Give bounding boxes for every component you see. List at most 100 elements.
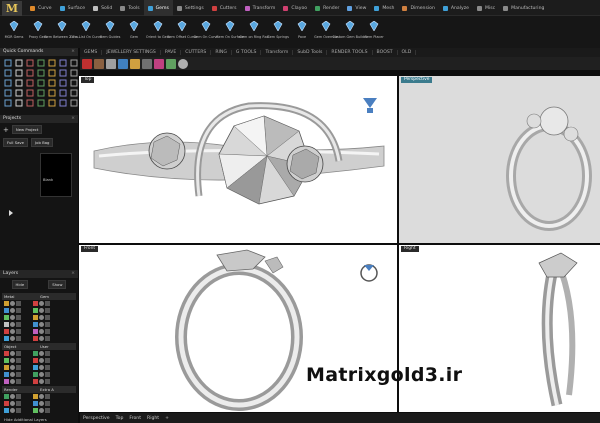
viewport-tab-perspective[interactable]: Perspective [80, 416, 113, 421]
tab-dimension[interactable]: Dimension [398, 0, 438, 16]
close-icon[interactable]: × [71, 115, 75, 123]
ribbon-button-0[interactable]: MGR Gems [2, 16, 26, 48]
right-viewport[interactable]: Right [399, 245, 600, 412]
quick-command-icon[interactable] [58, 78, 67, 87]
eye-icon[interactable] [39, 329, 44, 334]
perspective-viewport[interactable]: Perspective [399, 76, 600, 243]
full-save-button[interactable]: Full Save [3, 138, 29, 147]
eye-icon[interactable] [10, 394, 15, 399]
subtab-9[interactable]: BOOST [373, 50, 398, 55]
quick-command-icon[interactable] [69, 88, 78, 97]
lock-icon[interactable] [45, 308, 50, 313]
tab-settings[interactable]: Settings [173, 0, 208, 16]
subtab-10[interactable]: OLD [398, 50, 417, 55]
subtab-1[interactable]: JEWELLERY SETTINGS [102, 50, 161, 55]
ribbon-button-5[interactable]: Gem [122, 16, 146, 48]
eye-icon[interactable] [10, 329, 15, 334]
ribbon-button-7[interactable]: Gem Offset Curve [167, 16, 197, 48]
lock-icon[interactable] [16, 401, 21, 406]
lock-icon[interactable] [16, 315, 21, 320]
layer-color-swatch[interactable] [33, 322, 38, 327]
layer-row[interactable] [2, 328, 76, 335]
layer-color-swatch[interactable] [4, 329, 9, 334]
quick-command-icon[interactable] [3, 68, 12, 77]
eye-icon[interactable] [39, 372, 44, 377]
layer-row[interactable] [2, 393, 76, 400]
layer-color-swatch[interactable] [33, 401, 38, 406]
quick-command-icon[interactable] [69, 68, 78, 77]
quick-command-icon[interactable] [58, 88, 67, 97]
lock-icon[interactable] [45, 365, 50, 370]
layer-color-swatch[interactable] [33, 358, 38, 363]
layer-color-swatch[interactable] [4, 322, 9, 327]
eye-icon[interactable] [10, 365, 15, 370]
ribbon-button-9[interactable]: Gem On Surface [216, 16, 244, 48]
lock-icon[interactable] [45, 394, 50, 399]
quick-command-icon[interactable] [25, 68, 34, 77]
viewport-tab-top[interactable]: Top [113, 416, 127, 421]
quick-command-icon[interactable] [36, 78, 45, 87]
lock-icon[interactable] [16, 365, 21, 370]
subtab-4[interactable]: RING [211, 50, 232, 55]
viewport-tab-front[interactable]: Front [126, 416, 144, 421]
lock-icon[interactable] [45, 408, 50, 413]
quick-command-icon[interactable] [69, 78, 78, 87]
eye-icon[interactable] [39, 401, 44, 406]
quick-command-icon[interactable] [3, 98, 12, 107]
close-icon[interactable]: × [71, 270, 75, 278]
layer-row[interactable] [2, 371, 76, 378]
material-icon[interactable] [94, 58, 104, 69]
lock-icon[interactable] [16, 358, 21, 363]
quick-command-icon[interactable] [14, 88, 23, 97]
eye-icon[interactable] [39, 308, 44, 313]
tab-solid[interactable]: Solid [89, 0, 116, 16]
quick-command-icon[interactable] [3, 88, 12, 97]
lock-icon[interactable] [45, 329, 50, 334]
subtab-5[interactable]: G TOOLS [232, 50, 262, 55]
eye-icon[interactable] [10, 308, 15, 313]
viewport-label-perspective[interactable]: Perspective [401, 77, 433, 83]
layer-row[interactable] [2, 350, 76, 357]
quick-command-icon[interactable] [47, 78, 56, 87]
quick-command-icon[interactable] [25, 78, 34, 87]
layer-color-swatch[interactable] [4, 401, 9, 406]
layer-row[interactable] [2, 378, 76, 385]
layer-color-swatch[interactable] [4, 315, 9, 320]
layer-color-swatch[interactable] [4, 351, 9, 356]
layer-color-swatch[interactable] [4, 372, 9, 377]
matrix-logo[interactable]: M [2, 1, 22, 16]
power-icon[interactable] [178, 58, 188, 69]
quick-command-icon[interactable] [47, 68, 56, 77]
lock-icon[interactable] [45, 301, 50, 306]
eye-icon[interactable] [39, 322, 44, 327]
ribbon-button-10[interactable]: Gem on Ring Rail [239, 16, 269, 48]
color-icon[interactable] [154, 58, 164, 69]
ribbon-button-14[interactable]: Custom Gem Builder [332, 16, 368, 48]
lock-icon[interactable] [16, 351, 21, 356]
viewport-label-right[interactable]: Right [401, 246, 419, 252]
eye-icon[interactable] [39, 365, 44, 370]
lock-icon[interactable] [16, 322, 21, 327]
eye-icon[interactable] [10, 401, 15, 406]
eye-icon[interactable] [39, 336, 44, 341]
tab-misc[interactable]: Misc [473, 0, 499, 16]
ribbon-button-15[interactable]: Gem Placer [362, 16, 386, 48]
quick-command-icon[interactable] [3, 78, 12, 87]
ribbon-button-6[interactable]: Orient to Gem [146, 16, 170, 48]
viewport-tab-right[interactable]: Right [144, 416, 162, 421]
layer-row[interactable] [2, 335, 76, 342]
tab-view[interactable]: View [343, 0, 370, 16]
eye-icon[interactable] [39, 358, 44, 363]
lock-icon[interactable] [45, 358, 50, 363]
subtab-8[interactable]: RENDER TOOLS [327, 50, 373, 55]
eye-icon[interactable] [39, 408, 44, 413]
layer-color-swatch[interactable] [33, 301, 38, 306]
lock-icon[interactable] [16, 301, 21, 306]
subtab-0[interactable]: GEMS [80, 50, 103, 55]
tab-curve[interactable]: Curve [26, 0, 56, 16]
ribbon-button-1[interactable]: Proxy Gem [26, 16, 50, 48]
layer-row[interactable] [2, 357, 76, 364]
layer-color-swatch[interactable] [33, 365, 38, 370]
camera-icon[interactable] [142, 58, 152, 69]
viewport-icon[interactable] [106, 58, 116, 69]
